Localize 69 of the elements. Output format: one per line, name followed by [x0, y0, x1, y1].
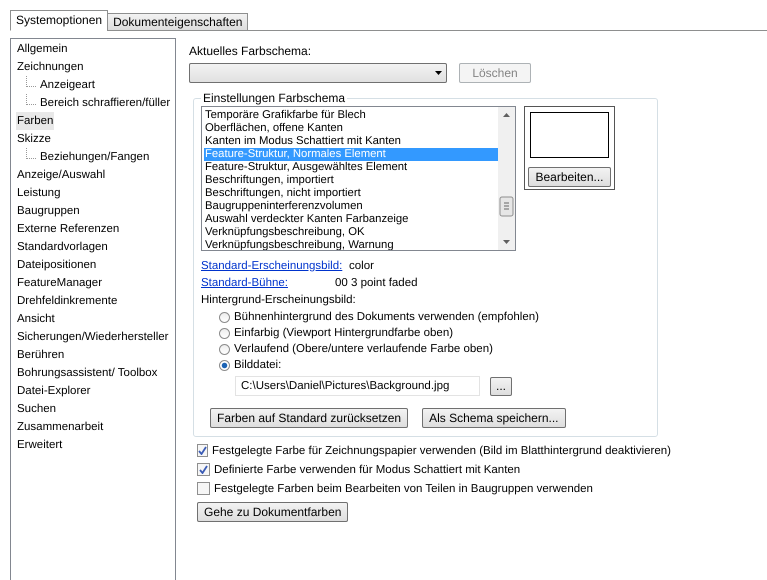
- list-item[interactable]: Kanten im Modus Schattiert mit Kanten: [204, 135, 498, 148]
- sidebar-item[interactable]: Zeichnungen: [16, 58, 84, 76]
- tab[interactable]: Dokumenteigenschaften: [107, 13, 248, 31]
- checkbox[interactable]: [197, 444, 208, 457]
- sidebar-item[interactable]: Externe Referenzen: [16, 220, 120, 238]
- list-item[interactable]: Beschriftungen, nicht importiert: [204, 187, 498, 200]
- list-item[interactable]: Auswahl verdeckter Kanten Farbanzeige: [204, 213, 498, 226]
- sidebar-item[interactable]: Berühren: [16, 346, 66, 364]
- list-item[interactable]: Oberflächen, offene Kanten: [204, 122, 498, 135]
- radio-label: Bühnenhintergrund des Dokuments verwenden (empfohlen): [234, 311, 539, 323]
- list-item[interactable]: Verknüpfungsbeschreibung, Warnung: [204, 239, 498, 250]
- action-button[interactable]: Farben auf Standard zurücksetzen: [210, 408, 408, 428]
- edit-button[interactable]: Bearbeiten...: [528, 167, 611, 187]
- appearance-value: color: [349, 260, 374, 272]
- sidebar-item[interactable]: Skizze: [16, 130, 52, 148]
- scene-link[interactable]: Standard-Bühne:: [201, 276, 335, 288]
- color-list[interactable]: [201, 106, 516, 251]
- checkbox[interactable]: [197, 463, 210, 476]
- checkbox-label: Definierte Farbe verwenden für Modus Schattiert mit Kanten: [214, 464, 520, 476]
- radio-label: Bilddatei:: [234, 359, 282, 371]
- sidebar-item[interactable]: Standardvorlagen: [16, 238, 109, 256]
- sidebar-item[interactable]: Anzeigeart: [39, 76, 96, 94]
- sidebar-item[interactable]: Bohrungsassistent/ Toolbox: [16, 364, 158, 382]
- sidebar-item[interactable]: Beziehungen/Fangen: [39, 148, 150, 166]
- scheme-dropdown[interactable]: [189, 63, 447, 83]
- list-item[interactable]: Temporäre Grafikfarbe für Blech: [204, 109, 498, 122]
- sidebar-item[interactable]: Dateipositionen: [16, 256, 98, 274]
- sidebar-item[interactable]: Allgemein: [16, 40, 68, 58]
- sidebar-item[interactable]: Baugruppen: [16, 202, 81, 220]
- appearance-link[interactable]: Standard-Erscheinungsbild:: [201, 260, 349, 272]
- list-item[interactable]: Verknüpfungsbeschreibung, OK: [204, 226, 498, 239]
- background-label: Hintergrund-Erscheinungsbild:: [201, 294, 356, 306]
- caret-icon: [435, 71, 442, 75]
- radio-button[interactable]: [219, 328, 230, 338]
- sidebar-item[interactable]: Zusammenarbeit: [16, 418, 104, 436]
- sidebar-item[interactable]: Datei-Explorer: [16, 382, 92, 400]
- radio-button[interactable]: [219, 360, 230, 370]
- scrollbar-icon[interactable]: [498, 107, 515, 250]
- checkbox[interactable]: [197, 482, 210, 495]
- radio-label: Verlaufend (Obere/untere verlaufende Farbe oben): [234, 343, 493, 355]
- sidebar-item[interactable]: Drehfeldinkremente: [16, 292, 118, 310]
- tree-line-icon: [26, 94, 36, 104]
- tab[interactable]: Systemoptionen: [10, 10, 108, 31]
- sidebar-item[interactable]: Suchen: [16, 400, 58, 418]
- scene-value: 00 3 point faded: [335, 276, 418, 288]
- path-field[interactable]: C:\Users\Daniel\Pictures\Background.jpg: [235, 376, 480, 396]
- sidebar-item[interactable]: Ansicht: [16, 310, 56, 328]
- tree-line-icon: [26, 76, 36, 86]
- list-item[interactable]: Baugruppeninterferenzvolumen: [204, 200, 498, 213]
- sidebar-item[interactable]: Anzeige/Auswahl: [16, 166, 106, 184]
- radio-button[interactable]: [219, 344, 230, 354]
- sidebar-item[interactable]: Leistung: [16, 184, 62, 202]
- scheme-label: Aktuelles Farbschema:: [189, 44, 312, 58]
- group-title: Einstellungen Farbschema: [202, 91, 346, 105]
- list-item[interactable]: Feature-Struktur, Ausgewähltes Element: [204, 161, 498, 174]
- action-button[interactable]: Als Schema speichern...: [422, 408, 566, 428]
- sidebar-item[interactable]: Bereich schraffieren/füller: [39, 94, 172, 112]
- sidebar-item[interactable]: FeatureManager: [16, 274, 104, 292]
- sidebar-item[interactable]: Farben: [16, 112, 54, 130]
- checkbox-label: Festgelegte Farbe für Zeichnungspapier verwenden (Bild im Blatthintergrund deaktivieren): [212, 444, 671, 456]
- radio-button[interactable]: [219, 312, 230, 322]
- list-item[interactable]: Beschriftungen, importiert: [204, 174, 498, 187]
- sidebar-item[interactable]: Erweitert: [16, 436, 64, 454]
- tree-line-icon: [26, 148, 36, 158]
- sidebar-item[interactable]: Sicherungen/Wiederhersteller: [16, 328, 170, 346]
- document-colors-button[interactable]: Gehe zu Dokumentfarben: [197, 502, 348, 522]
- browse-button[interactable]: ...: [490, 376, 512, 396]
- checkbox-label: Festgelegte Farben beim Bearbeiten von Teilen in Baugruppen verwenden: [214, 482, 593, 494]
- radio-label: Einfarbig (Viewport Hintergrundfarbe oben): [234, 327, 454, 339]
